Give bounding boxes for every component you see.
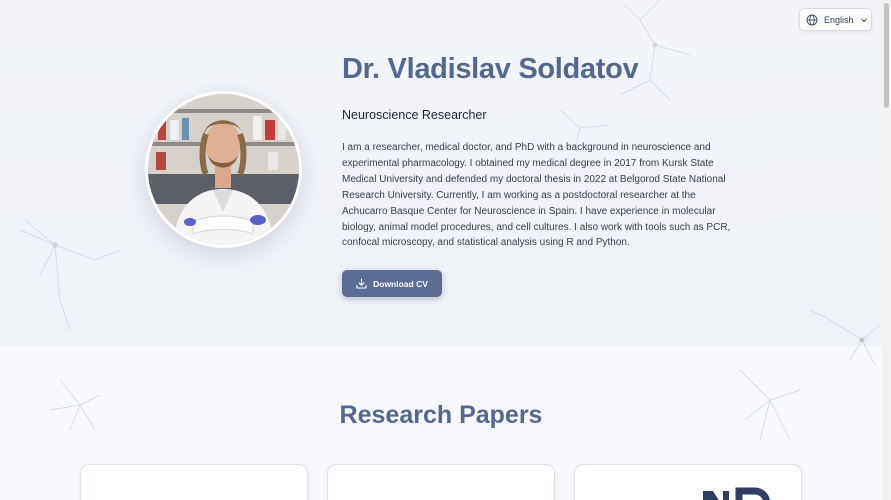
language-label: English <box>824 14 854 25</box>
download-cv-label: Download CV <box>373 278 428 289</box>
papers-heading: Research Papers <box>339 401 543 429</box>
scrollbar-thumb[interactable] <box>884 3 889 108</box>
download-icon <box>356 278 367 289</box>
chevron-down-icon <box>860 16 868 24</box>
paper-card[interactable] <box>80 464 308 500</box>
language-selector[interactable]: English <box>799 8 872 31</box>
profile-photo-frame <box>145 91 302 248</box>
profile-bio: I am a researcher, medical doctor, and P… <box>342 142 731 249</box>
page-scrollbar[interactable] <box>882 0 891 500</box>
paper-card[interactable] <box>574 464 802 500</box>
download-cv-button[interactable]: Download CV <box>342 270 442 297</box>
profile-name: Dr. Vladislav Soldatov <box>342 53 639 85</box>
profile-photo <box>148 94 299 245</box>
paper-card[interactable] <box>327 464 555 500</box>
profile-title: Neuroscience Researcher <box>342 108 487 122</box>
globe-icon <box>806 14 818 26</box>
journal-logo <box>703 487 770 500</box>
